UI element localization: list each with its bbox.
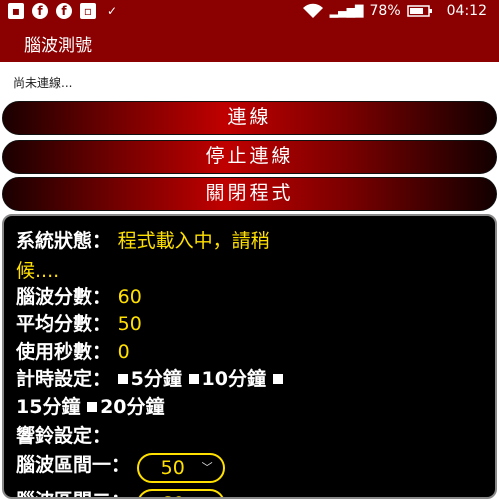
average-score-label: 平均分數： — [16, 313, 112, 335]
seconds-used-value: 0 — [117, 341, 130, 363]
interval2-row: 腦波區間二： 60﹀ — [16, 486, 225, 498]
system-status-row-2: 候.... — [16, 256, 59, 283]
chevron-down-icon: ﹀ — [202, 491, 213, 498]
checkbox-icon — [87, 402, 98, 412]
check-icon: ✓ — [106, 4, 118, 18]
system-indicators: ▂▄▆█ 78% 04:12 — [302, 3, 487, 19]
timer-setting-row-2: 15分鐘 20分鐘 — [16, 392, 165, 419]
checkbox-icon — [117, 374, 128, 384]
checkbox-icon[interactable] — [272, 374, 283, 384]
clock: 04:12 — [446, 3, 487, 19]
average-score-value: 50 — [117, 313, 142, 335]
timer-setting-label: 計時設定： — [16, 368, 112, 390]
info-panel: 系統狀態： 程式載入中，請稍 候.... 腦波分數： 60 平均分數： 50 使… — [2, 214, 497, 499]
facebook-icon: f — [32, 3, 48, 19]
brainwave-score-value: 60 — [117, 286, 142, 308]
interval2-label: 腦波區間二： — [16, 490, 130, 497]
battery-icon — [406, 5, 432, 17]
bag-icon: ▫ — [80, 3, 96, 19]
seconds-used-row: 使用秒數： 0 — [16, 337, 130, 364]
notification-icons: ▪ f f ▫ ✓ — [8, 3, 120, 19]
timer-option-10min[interactable]: 10分鐘 — [188, 368, 266, 390]
interval2-dropdown[interactable]: 60﹀ — [136, 488, 225, 498]
timer-option-5min[interactable]: 5分鐘 — [117, 368, 182, 390]
facebook-icon: f — [56, 3, 72, 19]
brainwave-score-label: 腦波分數： — [16, 286, 112, 308]
status-bar: ▪ f f ▫ ✓ ▂▄▆█ 78% 04:12 — [0, 0, 499, 24]
system-status-value: 程式載入中，請稍 — [117, 230, 270, 252]
system-status-row: 系統狀態： 程式載入中，請稍 — [16, 226, 270, 253]
brainwave-score-row: 腦波分數： 60 — [16, 282, 142, 309]
seconds-used-label: 使用秒數： — [16, 341, 112, 363]
average-score-row: 平均分數： 50 — [16, 309, 142, 336]
app-bar: 腦波測號 — [0, 24, 499, 62]
battery-percent: 78% — [369, 3, 401, 19]
wifi-icon — [302, 3, 323, 18]
connect-button[interactable]: 連線 — [2, 101, 497, 135]
timer-option-20min[interactable]: 20分鐘 — [87, 396, 165, 418]
interval1-row: 腦波區間一： 50 ﹀ — [16, 450, 225, 483]
close-app-button[interactable]: 關閉程式 — [2, 177, 497, 211]
connection-status: 尚未連線... — [13, 76, 73, 90]
signal-icon: ▂▄▆█ — [329, 4, 364, 18]
timer-option-15min[interactable]: 15分鐘 — [16, 396, 80, 418]
disconnect-button[interactable]: 停止連線 — [2, 140, 497, 174]
checkbox-icon — [188, 374, 199, 384]
chevron-down-icon: ﹀ — [201, 460, 213, 474]
bell-setting-label: 響鈴設定： — [16, 425, 112, 447]
system-status-value-cont: 候.... — [16, 260, 60, 282]
timer-setting-row: 計時設定： 5分鐘 10分鐘 — [16, 364, 286, 391]
interval1-label: 腦波區間一： — [16, 454, 131, 476]
interval1-dropdown[interactable]: 50 ﹀ — [136, 452, 225, 483]
bell-setting-row: 響鈴設定： — [16, 421, 111, 448]
system-status-label: 系統狀態： — [16, 230, 112, 252]
app-title: 腦波測號 — [24, 36, 92, 56]
message-icon: ▪ — [8, 3, 24, 19]
